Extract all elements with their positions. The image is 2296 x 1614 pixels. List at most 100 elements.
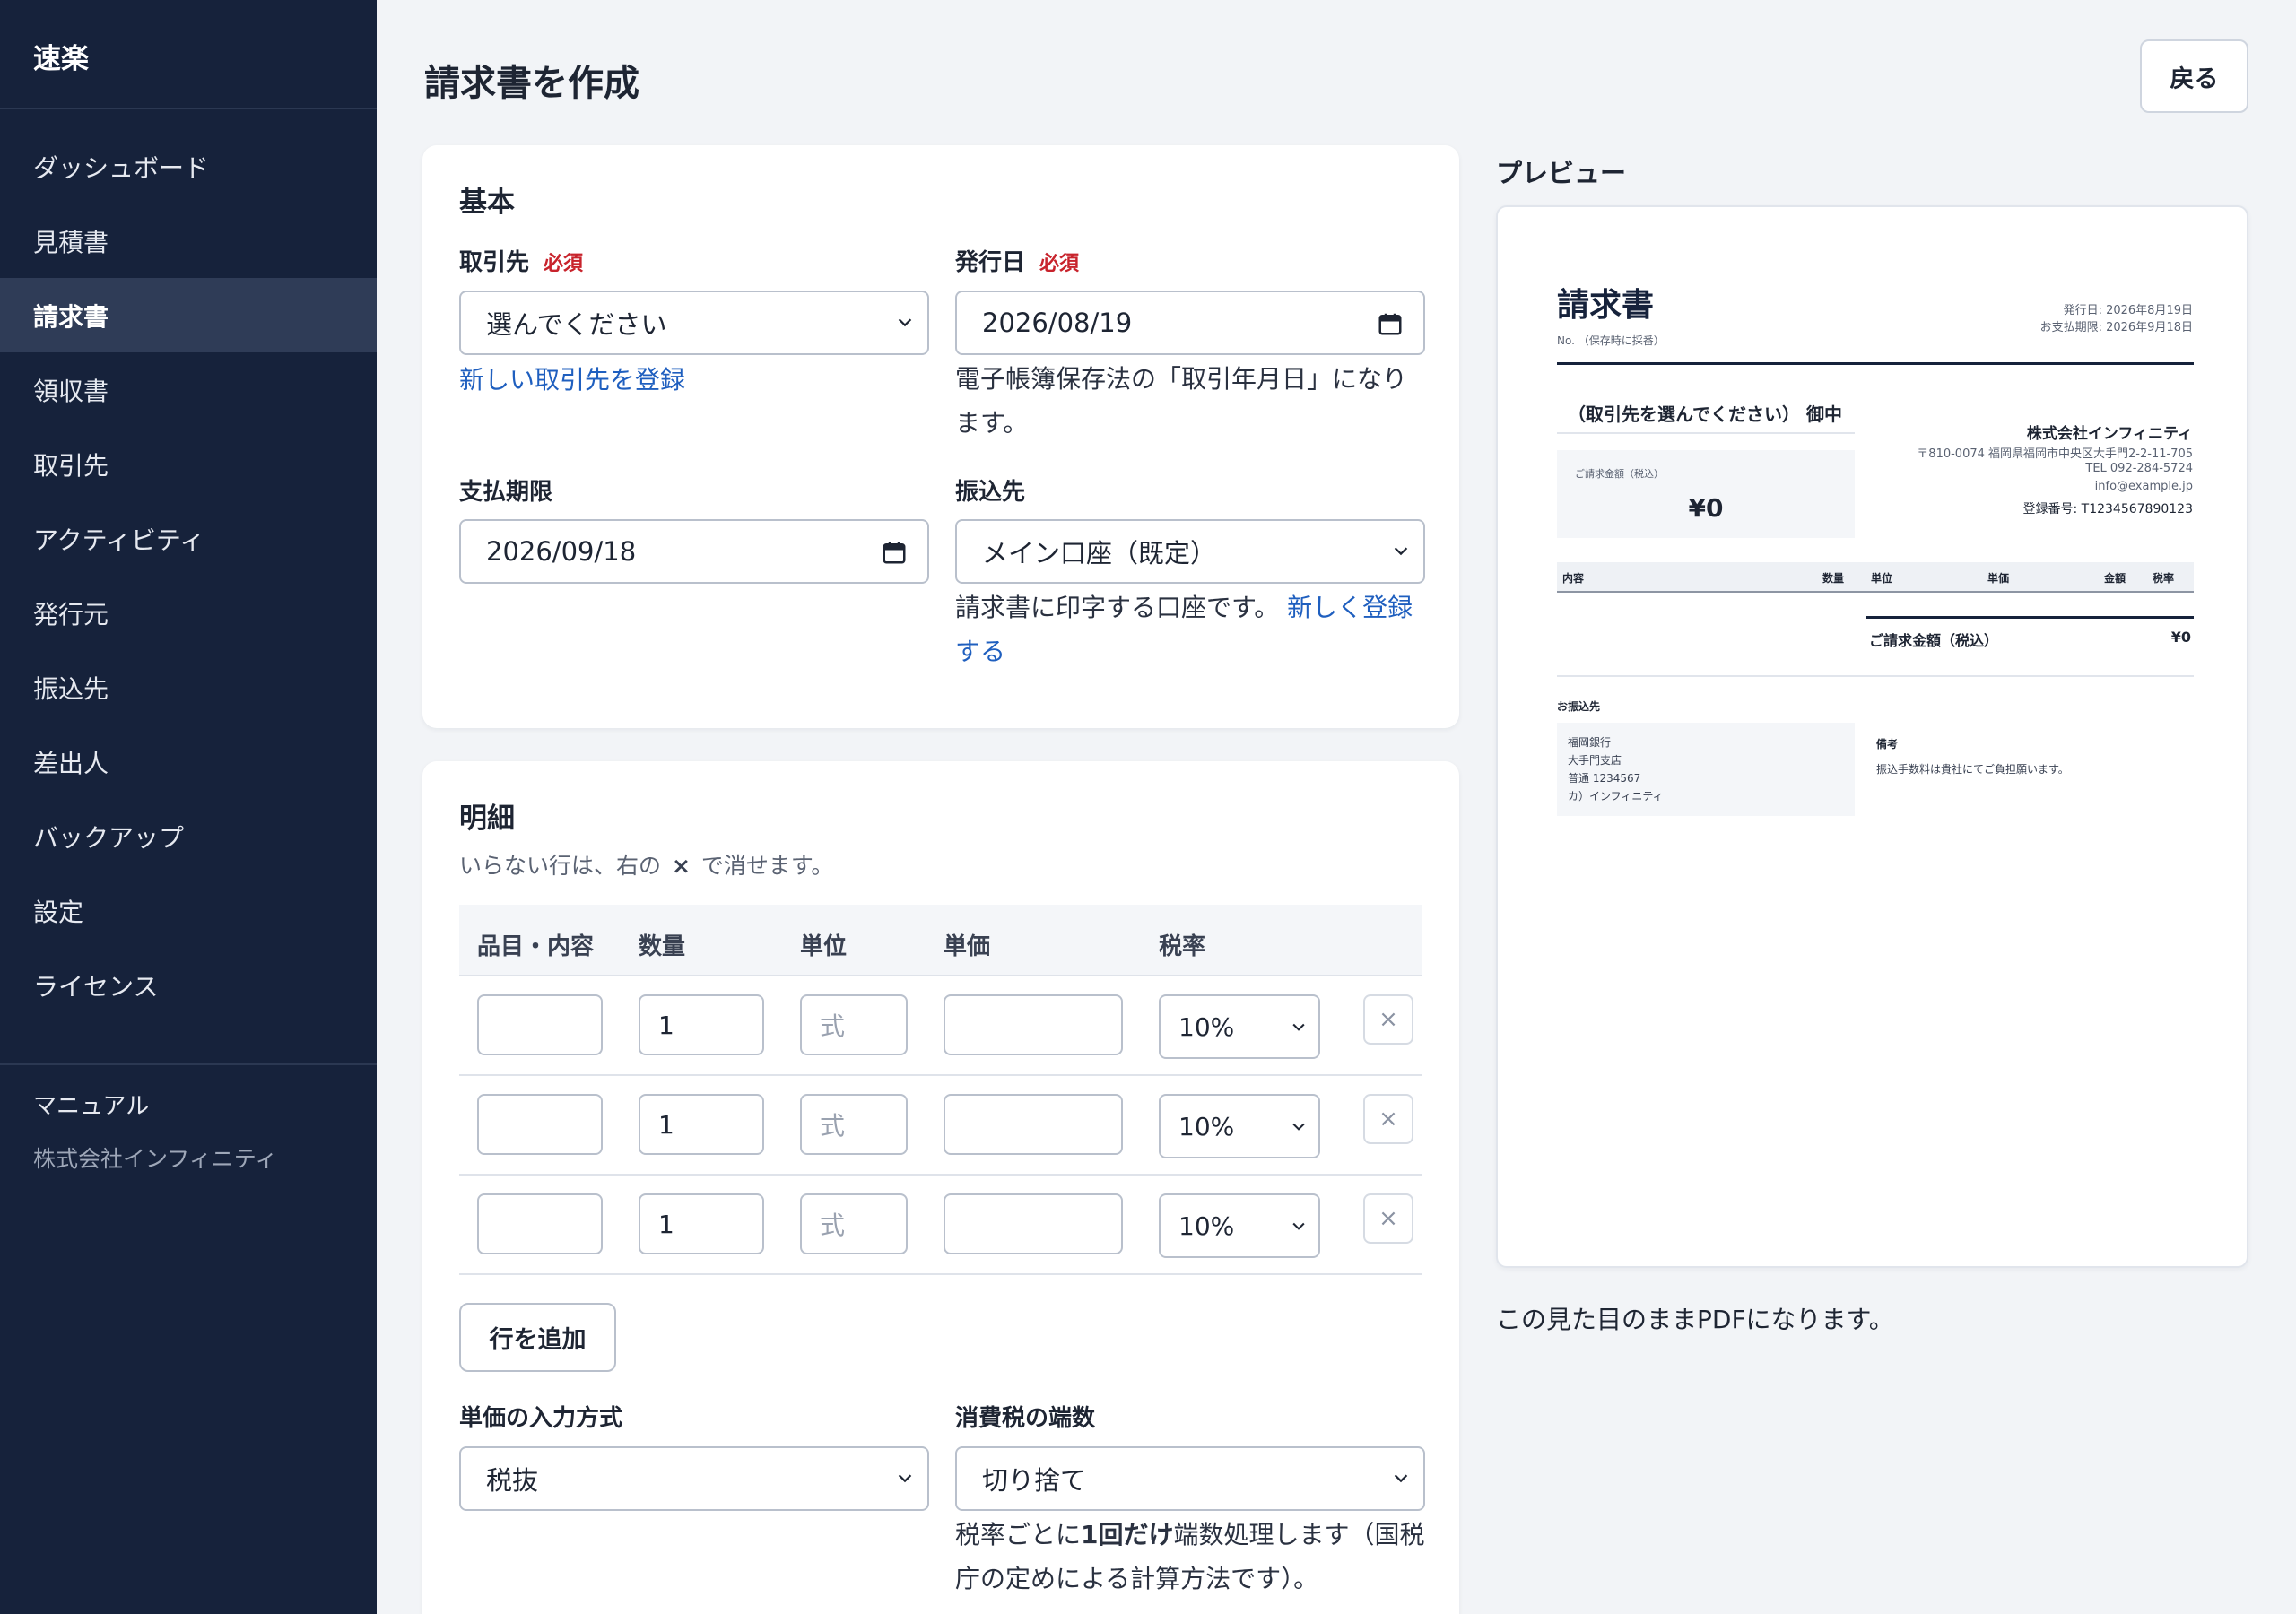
price-input[interactable] (944, 1193, 1123, 1254)
sidebar-item-issuers[interactable]: 発行元 (0, 576, 377, 650)
unit-input[interactable]: 式 (800, 994, 908, 1055)
rounding-select[interactable]: 切り捨て (955, 1446, 1425, 1511)
rounding-help: 税率ごとに1回だけ端数処理します（国税庁の定めによる計算方法です）。 (955, 1513, 1431, 1601)
rounding-help-part1: 税率ごとに (955, 1520, 1082, 1549)
unit-input[interactable]: 式 (800, 1193, 908, 1254)
preview-amount-label: ご請求金額（税込） (1575, 468, 1664, 480)
preview-col-unit: 単位 (1871, 572, 1893, 585)
detail-hint-prefix: いらない行は、右の (459, 853, 662, 879)
preview-total-label: ご請求金額（税込） (1869, 632, 1999, 649)
delete-row-button[interactable]: × (1363, 1193, 1413, 1244)
client-select[interactable]: 選んでください (459, 291, 929, 355)
detail-hint-suffix: で消せます。 (700, 853, 834, 879)
delete-row-button[interactable]: × (1363, 994, 1413, 1045)
preview-doc-no: No. （保存時に採番） (1557, 334, 1665, 347)
preview-issuer-address: 〒810-0074 福岡県福岡市中央区大手門2-2-11-705 (1917, 447, 2193, 461)
delete-row-button[interactable]: × (1363, 1094, 1413, 1144)
bank-help: 請求書に印字する口座です。 新しく登録する (955, 586, 1431, 673)
sidebar-nav: ダッシュボード 見積書 請求書 領収書 取引先 アクティビティ 発行元 振込先 … (0, 109, 377, 1022)
chevron-down-icon (898, 1474, 912, 1483)
rounding-value: 切り捨て (982, 1465, 1087, 1496)
tax-rate-select[interactable]: 10% (1159, 1193, 1320, 1258)
item-input[interactable] (477, 1193, 603, 1254)
chevron-down-icon (1394, 547, 1408, 556)
bank-select[interactable]: メイン口座（既定） (955, 519, 1425, 584)
preview-issuer-reg: 登録番号: T1234567890123 (2022, 502, 2193, 516)
invoice-preview: 請求書 No. （保存時に採番） 発行日: 2026年8月19日 お支払期限: … (1496, 205, 2248, 1268)
issue-date-input[interactable]: 2026/08/19 (955, 291, 1425, 355)
table-row: 1 式 10% × (459, 1076, 1422, 1176)
manual-link[interactable]: マニュアル (33, 1088, 149, 1121)
chevron-down-icon (1292, 1023, 1305, 1031)
calendar-icon[interactable] (881, 539, 908, 566)
qty-input[interactable]: 1 (639, 1094, 764, 1155)
col-price: 単価 (944, 933, 991, 960)
detail-hint: いらない行は、右の × で消せます。 (459, 848, 833, 881)
required-badge: 必須 (544, 253, 584, 275)
client-label: 取引先 必須 (459, 244, 583, 277)
bank-help-text: 請求書に印字する口座です。 (955, 593, 1280, 622)
qty-input[interactable]: 1 (639, 994, 764, 1055)
sidebar-item-senders[interactable]: 差出人 (0, 725, 377, 799)
sidebar-item-backup[interactable]: バックアップ (0, 799, 377, 873)
brand-logo[interactable]: 速楽 (0, 0, 377, 109)
table-row: 1 式 10% × (459, 1176, 1422, 1275)
rounding-help-bold: 1回だけ (1081, 1520, 1174, 1549)
back-button[interactable]: 戻る (2140, 39, 2248, 113)
sidebar-item-receipts[interactable]: 領収書 (0, 352, 377, 427)
item-input[interactable] (477, 1094, 603, 1155)
price-mode-select[interactable]: 税抜 (459, 1446, 929, 1511)
tax-rate-value: 10% (1178, 1111, 1235, 1141)
preview-bank-line: 大手門支店 (1568, 754, 1622, 767)
basic-card-title: 基本 (459, 187, 515, 219)
sidebar-item-quotes[interactable]: 見積書 (0, 204, 377, 278)
sidebar-item-clients[interactable]: 取引先 (0, 427, 377, 501)
sidebar-item-banks[interactable]: 振込先 (0, 650, 377, 725)
detail-card-title: 明細 (459, 803, 515, 835)
sidebar-item-license[interactable]: ライセンス (0, 948, 377, 1022)
qty-input[interactable]: 1 (639, 1193, 764, 1254)
price-input[interactable] (944, 994, 1123, 1055)
add-row-button[interactable]: 行を追加 (459, 1303, 616, 1372)
preview-bank-line: 福岡銀行 (1568, 736, 1612, 749)
price-input[interactable] (944, 1094, 1123, 1155)
preview-due-date: お支払期限: 2026年9月18日 (2039, 321, 2193, 334)
page-title: 請求書を作成 (424, 63, 639, 104)
tax-rate-select[interactable]: 10% (1159, 994, 1320, 1059)
sidebar-item-settings[interactable]: 設定 (0, 873, 377, 948)
due-date-input[interactable]: 2026/09/18 (459, 519, 929, 584)
preview-total-rule (1866, 616, 2194, 619)
tax-rate-select[interactable]: 10% (1159, 1094, 1320, 1158)
sidebar-item-invoices[interactable]: 請求書 (0, 278, 377, 352)
price-mode-value: 税抜 (486, 1465, 539, 1496)
bank-label: 振込先 (955, 479, 1026, 506)
preview-bank-heading: お振込先 (1557, 700, 1601, 713)
chevron-down-icon (1394, 1474, 1408, 1483)
preview-table-header: 内容 数量 単位 単価 金額 税率 (1557, 562, 2194, 593)
item-input[interactable] (477, 994, 603, 1055)
client-select-value: 選んでください (486, 309, 667, 340)
preview-bank-line: カ）インフィニティ (1568, 790, 1664, 803)
preview-col-rate: 税率 (2152, 572, 2175, 585)
issue-date-label: 発行日 必須 (955, 244, 1079, 277)
preview-remarks-heading: 備考 (1876, 738, 1899, 751)
issue-date-value: 2026/08/19 (982, 308, 1133, 338)
price-mode-label: 単価の入力方式 (459, 1405, 623, 1432)
sidebar-item-activity[interactable]: アクティビティ (0, 501, 377, 576)
unit-input[interactable]: 式 (800, 1094, 908, 1155)
sidebar-item-dashboard[interactable]: ダッシュボード (0, 129, 377, 204)
col-unit: 単位 (800, 933, 848, 960)
table-row: 1 式 10% × (459, 976, 1422, 1076)
preview-issuer-tel: TEL 092-284-5724 (2085, 462, 2193, 475)
chevron-down-icon (1292, 1222, 1305, 1230)
bank-select-value: メイン口座（既定） (982, 538, 1217, 568)
client-label-text: 取引先 (459, 249, 530, 276)
register-client-link[interactable]: 新しい取引先を登録 (459, 360, 685, 396)
col-tax-rate: 税率 (1159, 933, 1206, 960)
calendar-icon[interactable] (1377, 310, 1404, 337)
due-date-value: 2026/09/18 (486, 536, 637, 567)
preview-issuer-email: info@example.jp (2094, 480, 2193, 493)
col-item: 品目・内容 (477, 933, 595, 960)
preview-bank-line: 普通 1234567 (1568, 772, 1641, 785)
close-icon: × (671, 853, 691, 879)
